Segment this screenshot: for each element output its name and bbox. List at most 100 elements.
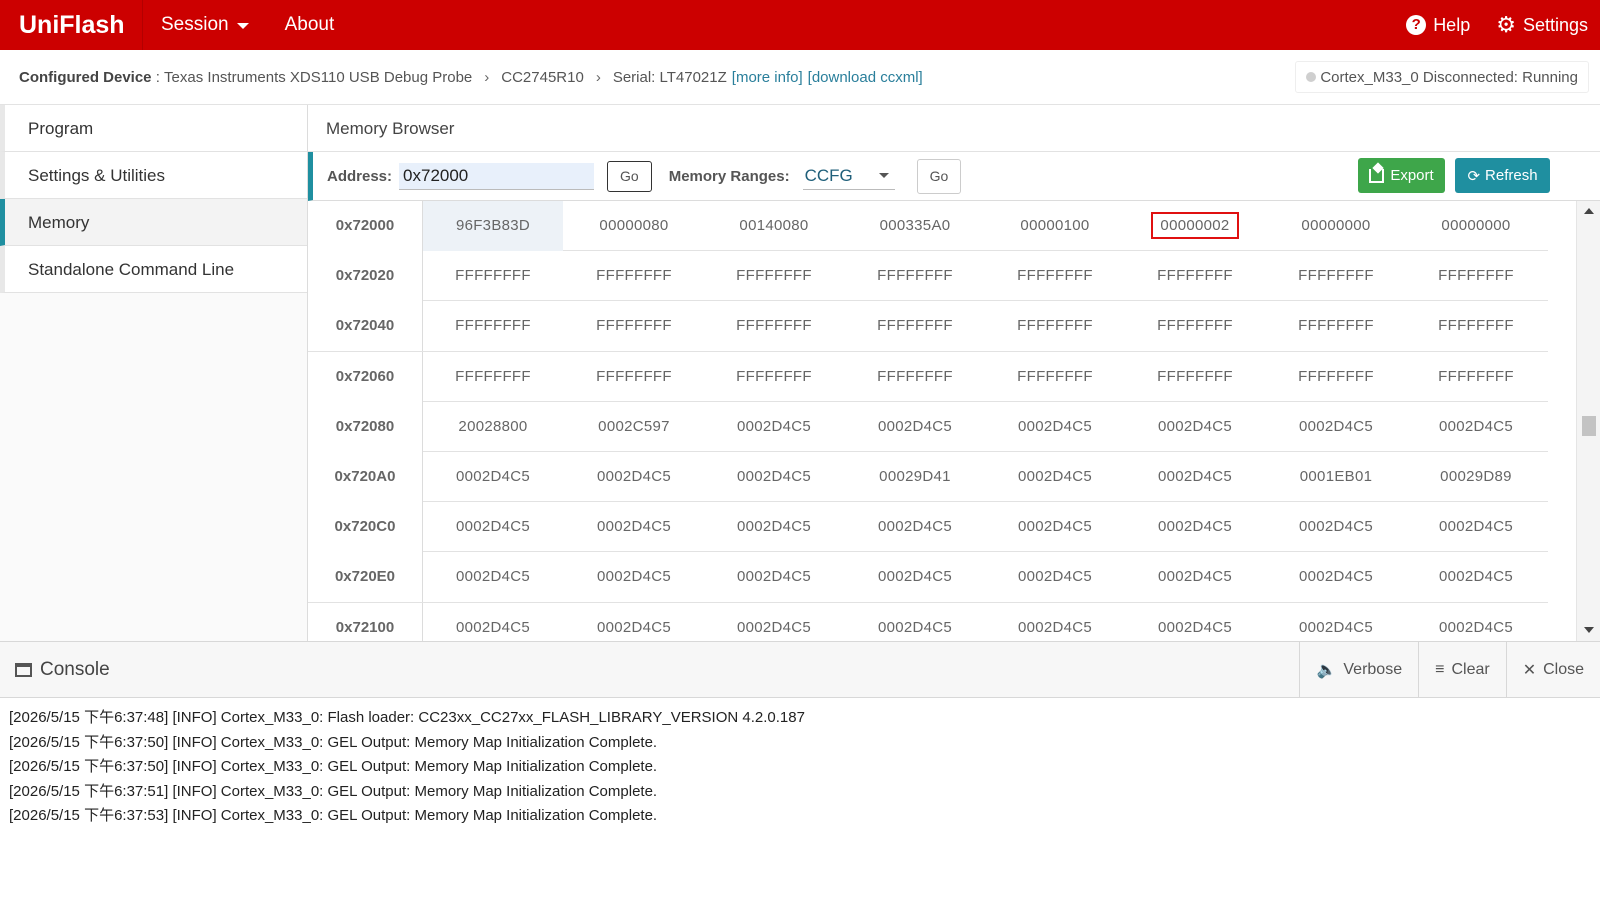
memory-cell[interactable]: 0002D4C5 xyxy=(1406,502,1546,552)
memory-cell[interactable]: FFFFFFFF xyxy=(704,352,844,402)
memory-cell[interactable]: FFFFFFFF xyxy=(1266,352,1406,402)
memory-cell[interactable]: 0001EB01 xyxy=(1266,452,1406,502)
memory-cell-value: FFFFFFFF xyxy=(877,317,953,335)
memory-cell[interactable]: 0002D4C5 xyxy=(704,402,844,452)
memory-cell[interactable]: 0002D4C5 xyxy=(564,603,704,642)
memory-cell[interactable]: 0002D4C5 xyxy=(1266,552,1406,602)
memory-cell[interactable]: FFFFFFFF xyxy=(423,352,563,402)
memory-cell[interactable]: 0002D4C5 xyxy=(985,402,1125,452)
memory-cell[interactable]: 0002D4C5 xyxy=(1406,603,1546,642)
memory-cell[interactable]: 0002D4C5 xyxy=(845,552,985,602)
memory-cell[interactable]: FFFFFFFF xyxy=(564,301,704,351)
memory-cell[interactable]: 0002D4C5 xyxy=(564,552,704,602)
memory-cell[interactable]: 0002D4C5 xyxy=(1266,402,1406,452)
download-ccxml-link[interactable]: [download ccxml] xyxy=(808,69,923,86)
menu-about[interactable]: About xyxy=(267,0,353,50)
sidebar-item-memory[interactable]: Memory xyxy=(0,199,307,246)
memory-cell[interactable]: 0002D4C5 xyxy=(704,502,844,552)
memory-cell[interactable]: 00029D41 xyxy=(845,452,985,502)
export-button[interactable]: Export xyxy=(1358,158,1445,193)
memory-cell[interactable]: FFFFFFFF xyxy=(985,352,1125,402)
memory-cell[interactable]: FFFFFFFF xyxy=(564,352,704,402)
memory-cell[interactable]: 00140080 xyxy=(704,201,844,251)
memory-cell[interactable]: 000335A0 xyxy=(845,201,985,251)
memory-cell[interactable]: FFFFFFFF xyxy=(845,251,985,301)
memory-cell[interactable]: 0002D4C5 xyxy=(1125,452,1265,502)
memory-cell[interactable]: 0002D4C5 xyxy=(1125,552,1265,602)
sidebar-item-program[interactable]: Program xyxy=(0,105,307,152)
memory-cell[interactable]: FFFFFFFF xyxy=(1266,301,1406,351)
memory-cell[interactable]: 0002D4C5 xyxy=(845,402,985,452)
memory-cell[interactable]: FFFFFFFF xyxy=(1406,352,1546,402)
memory-cell[interactable]: 0002D4C5 xyxy=(1266,502,1406,552)
memory-cell[interactable]: 0002D4C5 xyxy=(1266,603,1406,642)
memory-cell[interactable]: 0002D4C5 xyxy=(985,452,1125,502)
memory-cell[interactable]: FFFFFFFF xyxy=(1266,251,1406,301)
memory-cell-value: FFFFFFFF xyxy=(455,367,531,385)
console-title-label: Console xyxy=(40,659,110,680)
memory-cell[interactable]: FFFFFFFF xyxy=(985,301,1125,351)
memory-cell[interactable]: FFFFFFFF xyxy=(423,251,563,301)
memory-cell[interactable]: 0002D4C5 xyxy=(1406,552,1546,602)
memory-cell[interactable]: 0002D4C5 xyxy=(985,552,1125,602)
clear-button[interactable]: ≡ Clear xyxy=(1418,642,1506,698)
memory-scrollbar[interactable] xyxy=(1576,201,1600,641)
sidebar-item-settings-utilities[interactable]: Settings & Utilities xyxy=(0,152,307,199)
memory-cell[interactable]: FFFFFFFF xyxy=(1125,301,1265,351)
memory-cell[interactable]: FFFFFFFF xyxy=(423,301,563,351)
memory-cell[interactable]: 0002D4C5 xyxy=(423,552,563,602)
memory-cell[interactable]: 0002D4C5 xyxy=(423,603,563,642)
menu-session[interactable]: Session xyxy=(143,0,267,50)
memory-cell[interactable]: 0002D4C5 xyxy=(1125,402,1265,452)
memory-cell[interactable]: FFFFFFFF xyxy=(1406,301,1546,351)
memory-cell[interactable]: 0002D4C5 xyxy=(1125,603,1265,642)
memory-cell[interactable]: 00000100 xyxy=(985,201,1125,251)
memory-cell[interactable]: 0002D4C5 xyxy=(985,603,1125,642)
memory-cell[interactable]: 00000000 xyxy=(1406,201,1546,251)
memory-cell[interactable]: FFFFFFFF xyxy=(704,251,844,301)
memory-row: 0x720C0 0002D4C5 0002D4C5 0002D4C5 0002D4C5 0… xyxy=(308,502,1548,553)
refresh-button[interactable]: ⟳ Refresh xyxy=(1455,158,1550,193)
memory-cell[interactable]: 00029D89 xyxy=(1406,452,1546,502)
scroll-up-icon[interactable] xyxy=(1584,208,1594,214)
more-info-link[interactable]: [more info] xyxy=(732,69,803,86)
memory-cell[interactable]: 0002D4C5 xyxy=(1125,502,1265,552)
memory-cell[interactable]: 00000002 xyxy=(1125,201,1265,251)
memory-cell[interactable]: 0002D4C5 xyxy=(704,452,844,502)
memory-cell[interactable]: 0002D4C5 xyxy=(704,552,844,602)
memory-cell[interactable]: 0002D4C5 xyxy=(564,502,704,552)
memory-cell[interactable]: 00000000 xyxy=(1266,201,1406,251)
memory-ranges-select[interactable]: CCFG xyxy=(802,163,895,190)
memory-cell[interactable]: 0002C597 xyxy=(564,402,704,452)
close-button[interactable]: ✕ Close xyxy=(1505,642,1600,698)
memory-cell[interactable]: FFFFFFFF xyxy=(704,301,844,351)
memory-cell[interactable]: 0002D4C5 xyxy=(985,502,1125,552)
help-button[interactable]: ? Help xyxy=(1406,15,1470,36)
address-go-button[interactable]: Go xyxy=(607,160,652,192)
memory-cell[interactable]: 0002D4C5 xyxy=(1406,402,1546,452)
memory-cell-value: 00000000 xyxy=(1301,217,1371,234)
memory-cell[interactable]: 0002D4C5 xyxy=(845,603,985,642)
memory-cell[interactable]: 0002D4C5 xyxy=(423,452,563,502)
memory-cell[interactable]: FFFFFFFF xyxy=(985,251,1125,301)
sidebar-item-standalone-command-line[interactable]: Standalone Command Line xyxy=(0,246,307,293)
memory-cell[interactable]: FFFFFFFF xyxy=(845,301,985,351)
scroll-thumb[interactable] xyxy=(1582,416,1596,436)
memory-cell[interactable]: FFFFFFFF xyxy=(1125,251,1265,301)
scroll-down-icon[interactable] xyxy=(1584,627,1594,633)
memory-cell[interactable]: 96F3B83D xyxy=(423,201,563,251)
memory-cell[interactable]: 0002D4C5 xyxy=(704,603,844,642)
range-go-button[interactable]: Go xyxy=(916,158,962,194)
memory-cell[interactable]: 0002D4C5 xyxy=(564,452,704,502)
memory-cell[interactable]: FFFFFFFF xyxy=(845,352,985,402)
memory-cell[interactable]: FFFFFFFF xyxy=(564,251,704,301)
memory-cell[interactable]: 0002D4C5 xyxy=(845,502,985,552)
settings-button[interactable]: ⚙ Settings xyxy=(1496,14,1588,36)
memory-cell[interactable]: 00000080 xyxy=(564,201,704,251)
memory-cell[interactable]: 0002D4C5 xyxy=(423,502,563,552)
memory-cell[interactable]: FFFFFFFF xyxy=(1406,251,1546,301)
verbose-button[interactable]: 🔈 Verbose xyxy=(1299,642,1418,698)
memory-cell[interactable]: 20028800 xyxy=(423,402,563,452)
memory-cell[interactable]: FFFFFFFF xyxy=(1125,352,1265,402)
address-input[interactable] xyxy=(399,162,595,190)
